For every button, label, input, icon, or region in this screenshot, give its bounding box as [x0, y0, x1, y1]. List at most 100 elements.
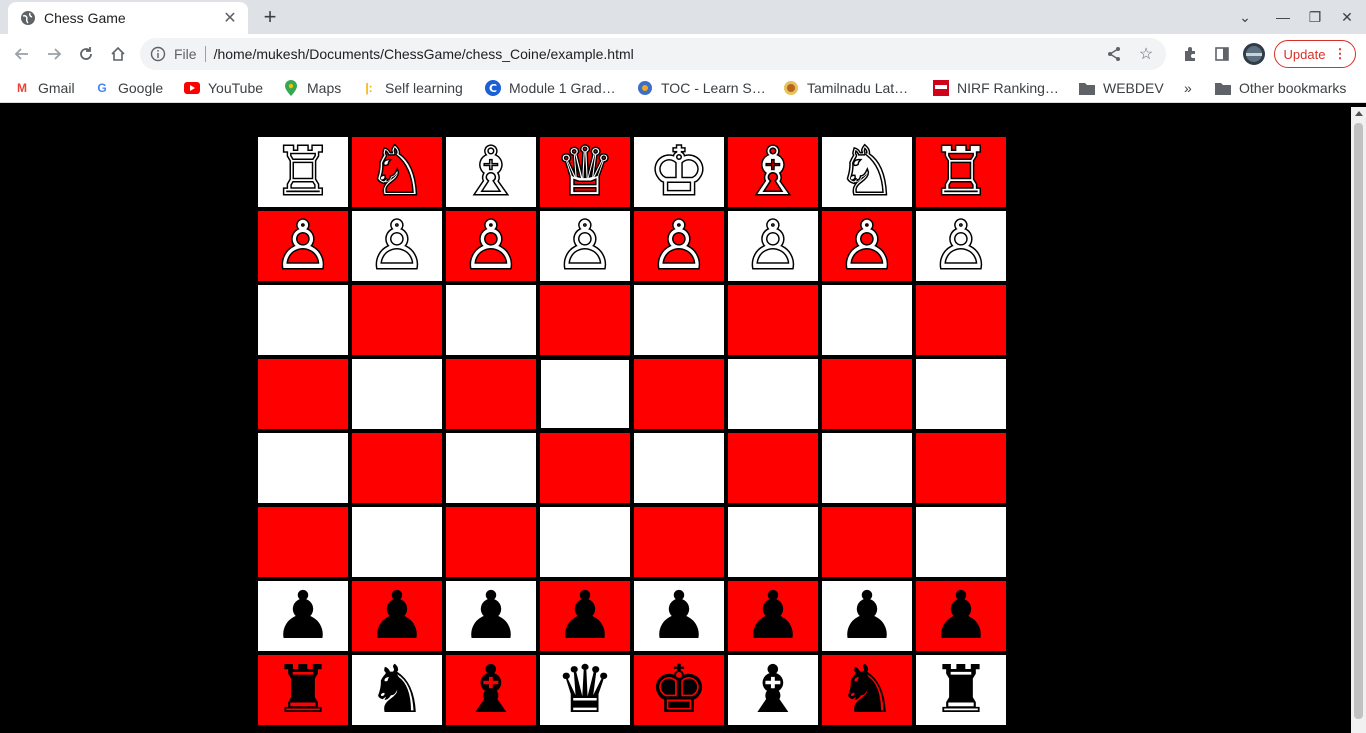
other-bookmarks[interactable]: Other bookmarks: [1215, 78, 1346, 98]
close-window-icon[interactable]: ✕: [1336, 6, 1358, 28]
square-b6[interactable]: [350, 283, 444, 357]
white-knight-icon[interactable]: ♘: [366, 137, 428, 206]
square-b3[interactable]: [350, 505, 444, 579]
scroll-up-icon[interactable]: [1355, 111, 1363, 116]
white-rook-icon[interactable]: ♖: [930, 137, 992, 206]
square-a6[interactable]: [256, 283, 350, 357]
square-d2[interactable]: ♟: [538, 579, 632, 653]
black-queen-icon[interactable]: ♛: [555, 657, 614, 723]
square-g8[interactable]: ♘: [820, 135, 914, 209]
square-e7[interactable]: ♙: [632, 209, 726, 283]
square-a5[interactable]: [256, 357, 350, 431]
black-knight-icon[interactable]: ♞: [367, 657, 426, 723]
square-h6[interactable]: [914, 283, 1008, 357]
square-b7[interactable]: ♙: [350, 209, 444, 283]
square-c7[interactable]: ♙: [444, 209, 538, 283]
black-bishop-icon[interactable]: ♝: [743, 657, 802, 723]
bookmark-nirf[interactable]: NIRF Ranking…: [933, 78, 1059, 98]
square-f1[interactable]: ♝: [726, 653, 820, 727]
bookmark-gmail[interactable]: M Gmail: [14, 78, 75, 98]
black-pawn-icon[interactable]: ♟: [649, 583, 708, 649]
black-king-icon[interactable]: ♚: [649, 657, 708, 723]
white-bishop-icon[interactable]: ♗: [460, 137, 522, 206]
square-d4[interactable]: [538, 431, 632, 505]
forward-icon[interactable]: [42, 42, 66, 66]
bookmark-toc[interactable]: TOC - Learn S…: [637, 78, 766, 98]
square-f6[interactable]: [726, 283, 820, 357]
square-b4[interactable]: [350, 431, 444, 505]
new-tab-icon[interactable]: +: [258, 4, 282, 29]
scrollbar-thumb[interactable]: [1354, 123, 1363, 719]
square-d1[interactable]: ♛: [538, 653, 632, 727]
square-b1[interactable]: ♞: [350, 653, 444, 727]
square-h3[interactable]: [914, 505, 1008, 579]
square-d5[interactable]: [538, 357, 632, 431]
black-pawn-icon[interactable]: ♟: [461, 583, 520, 649]
side-panel-icon[interactable]: [1210, 42, 1234, 66]
square-c6[interactable]: [444, 283, 538, 357]
black-pawn-icon[interactable]: ♟: [555, 583, 614, 649]
square-c4[interactable]: [444, 431, 538, 505]
square-b2[interactable]: ♟: [350, 579, 444, 653]
black-rook-icon[interactable]: ♜: [273, 657, 332, 723]
black-pawn-icon[interactable]: ♟: [273, 583, 332, 649]
square-e6[interactable]: [632, 283, 726, 357]
black-pawn-icon[interactable]: ♟: [931, 583, 990, 649]
square-c8[interactable]: ♗: [444, 135, 538, 209]
square-g1[interactable]: ♞: [820, 653, 914, 727]
square-f4[interactable]: [726, 431, 820, 505]
square-e4[interactable]: [632, 431, 726, 505]
white-queen-icon[interactable]: ♕: [554, 137, 616, 206]
extensions-icon[interactable]: [1178, 42, 1202, 66]
square-c2[interactable]: ♟: [444, 579, 538, 653]
square-b5[interactable]: [350, 357, 444, 431]
update-button[interactable]: Update ⋮: [1274, 40, 1356, 68]
white-pawn-icon[interactable]: ♙: [836, 211, 898, 280]
white-king-icon[interactable]: ♔: [648, 137, 710, 206]
black-pawn-icon[interactable]: ♟: [367, 583, 426, 649]
bookmark-self-learning[interactable]: |: Self learning: [361, 78, 463, 98]
minimize-icon[interactable]: —: [1272, 6, 1294, 28]
square-a7[interactable]: ♙: [256, 209, 350, 283]
bookmark-youtube[interactable]: YouTube: [184, 78, 263, 98]
white-pawn-icon[interactable]: ♙: [648, 211, 710, 280]
white-bishop-icon[interactable]: ♗: [742, 137, 804, 206]
bookmark-tamilnadu[interactable]: Tamilnadu Lat…: [783, 78, 908, 98]
black-pawn-icon[interactable]: ♟: [743, 583, 802, 649]
black-rook-icon[interactable]: ♜: [931, 657, 990, 723]
close-tab-icon[interactable]: ✕: [220, 8, 240, 28]
profile-avatar[interactable]: [1242, 42, 1266, 66]
square-b8[interactable]: ♘: [350, 135, 444, 209]
back-icon[interactable]: [10, 42, 34, 66]
bookmark-star-icon[interactable]: ☆: [1134, 42, 1158, 66]
black-knight-icon[interactable]: ♞: [837, 657, 896, 723]
square-c5[interactable]: [444, 357, 538, 431]
info-icon[interactable]: [150, 46, 166, 62]
square-a3[interactable]: [256, 505, 350, 579]
restore-icon[interactable]: ❐: [1304, 6, 1326, 28]
bookmark-webdev[interactable]: WEBDEV: [1079, 78, 1164, 98]
square-d7[interactable]: ♙: [538, 209, 632, 283]
square-h4[interactable]: [914, 431, 1008, 505]
square-h1[interactable]: ♜: [914, 653, 1008, 727]
address-bar[interactable]: File /home/mukesh/Documents/ChessGame/ch…: [140, 38, 1166, 70]
square-d6[interactable]: [538, 283, 632, 357]
square-g4[interactable]: [820, 431, 914, 505]
square-a4[interactable]: [256, 431, 350, 505]
square-g2[interactable]: ♟: [820, 579, 914, 653]
home-icon[interactable]: [106, 42, 130, 66]
square-g6[interactable]: [820, 283, 914, 357]
white-pawn-icon[interactable]: ♙: [460, 211, 522, 280]
vertical-scrollbar[interactable]: [1351, 107, 1366, 733]
square-e2[interactable]: ♟: [632, 579, 726, 653]
square-h7[interactable]: ♙: [914, 209, 1008, 283]
square-e1[interactable]: ♚: [632, 653, 726, 727]
square-h5[interactable]: [914, 357, 1008, 431]
reload-icon[interactable]: [74, 42, 98, 66]
tab-search-icon[interactable]: ⌄: [1234, 6, 1256, 28]
square-c1[interactable]: ♝: [444, 653, 538, 727]
square-h2[interactable]: ♟: [914, 579, 1008, 653]
black-pawn-icon[interactable]: ♟: [837, 583, 896, 649]
square-h8[interactable]: ♖: [914, 135, 1008, 209]
url-text[interactable]: /home/mukesh/Documents/ChessGame/chess_C…: [214, 46, 1102, 62]
